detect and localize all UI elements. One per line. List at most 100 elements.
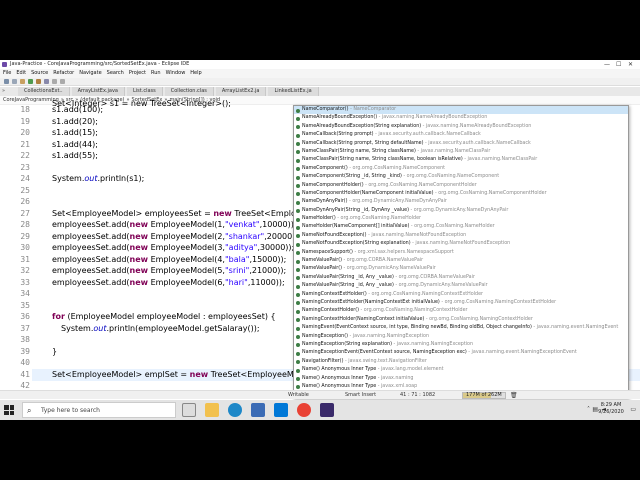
minimize-icon[interactable]: — xyxy=(604,60,610,69)
content-assist-item[interactable]: NavigationFilter() - javax.swing.text.Na… xyxy=(294,358,628,366)
tab-collection-class[interactable]: Collection.clas xyxy=(164,87,214,96)
search-icon[interactable] xyxy=(44,79,49,84)
menu-help[interactable]: Help xyxy=(190,69,201,78)
content-assist-item[interactable]: NamingContextExtHolder(NamingContextExt … xyxy=(294,299,628,307)
tab-overflow-icon[interactable]: » xyxy=(2,87,5,96)
new-icon[interactable] xyxy=(4,79,9,84)
content-assist-item-name: NamingException() xyxy=(302,333,348,339)
content-assist-item[interactable]: NameHolder() - org.omg.CosNaming.NameHol… xyxy=(294,215,628,223)
constructor-icon xyxy=(296,351,300,356)
store-icon[interactable] xyxy=(251,403,265,417)
menu-run[interactable]: Run xyxy=(151,69,161,78)
chevron-up-icon[interactable]: ˄ xyxy=(587,406,590,413)
content-assist-item[interactable]: NameNotFoundException(String explanation… xyxy=(294,240,628,248)
content-assist-item[interactable]: NameCallback(String prompt) - javax.secu… xyxy=(294,131,628,139)
tab-arraylistex2[interactable]: ArrayListEx2.ja xyxy=(215,87,267,96)
content-assist-item[interactable]: NamingContextExtHolder() - org.omg.CosNa… xyxy=(294,291,628,299)
content-assist-item[interactable]: NameDynAnyPair() - org.omg.DynamicAny.Na… xyxy=(294,198,628,206)
content-assist-item[interactable]: NameHolder(NameComponent[] initialValue)… xyxy=(294,223,628,231)
content-assist-item[interactable]: NamingEvent(EventContext source, int typ… xyxy=(294,324,628,332)
maximize-icon[interactable]: ☐ xyxy=(616,60,621,69)
content-assist-item[interactable]: NameCallback(String prompt, String defau… xyxy=(294,140,628,148)
tab-collectionsext[interactable]: CollectionsExt.. xyxy=(18,87,70,96)
debug-icon[interactable] xyxy=(20,79,25,84)
menu-edit[interactable]: Edit xyxy=(16,69,26,78)
line-number: 22 xyxy=(20,151,30,160)
file-explorer-icon[interactable] xyxy=(205,403,219,417)
taskbar-search-input[interactable]: ⌕ Type here to search xyxy=(22,402,176,418)
code-token: Set<EmployeeModel> emplSet = xyxy=(52,369,190,379)
line-number: 40 xyxy=(20,358,30,367)
content-assist-item-name: NameAlreadyBoundException(String explana… xyxy=(302,123,422,129)
content-assist-item[interactable]: NameComponent() - org.omg.CosNaming.Name… xyxy=(294,165,628,173)
code-line-21: s1.add(44); xyxy=(52,139,98,149)
tab-arraylistex[interactable]: ArrayListEx.java xyxy=(71,87,125,96)
content-assist-item[interactable]: NameNotFoundException() - javax.naming.N… xyxy=(294,232,628,240)
content-assist-item-name: NameClassPair(String name, String classN… xyxy=(302,157,463,163)
content-assist-item[interactable]: NamingContextHolder(NamingContext initia… xyxy=(294,316,628,324)
content-assist-item-name: NavigationFilter() xyxy=(302,358,344,364)
content-assist-item[interactable]: NameComponentHolder() - org.omg.CosNamin… xyxy=(294,182,628,190)
heap-status[interactable]: 177M of 262M xyxy=(462,392,506,399)
content-assist-item[interactable]: NameValuePair(String _id, Any _value) - … xyxy=(294,282,628,290)
forward-icon[interactable] xyxy=(60,79,65,84)
edge-icon[interactable] xyxy=(228,403,242,417)
menu-refactor[interactable]: Refactor xyxy=(53,69,74,78)
notifications-icon[interactable]: ▭ xyxy=(630,406,636,413)
content-assist-item-package: - javax.naming.NameNotFoundException xyxy=(410,241,511,247)
content-assist-item[interactable]: NameComparator() - NameComparator xyxy=(294,106,628,115)
content-assist-item-name: NameValuePair(String _id, Any _value) xyxy=(302,274,394,280)
tab-list-class[interactable]: List.class xyxy=(126,87,163,96)
content-assist-item[interactable]: NameValuePair(String _id, Any _value) - … xyxy=(294,274,628,282)
content-assist-item[interactable]: Name() Anonymous Inner Type - javax.lang… xyxy=(294,366,628,374)
content-assist-item[interactable]: NamespaceSupport() - org.xml.sax.helpers… xyxy=(294,249,628,257)
content-assist-popup[interactable]: NameComparator() - NameComparator NameAlr… xyxy=(293,105,629,399)
run-icon[interactable] xyxy=(28,79,33,84)
content-assist-item[interactable]: Name() Anonymous Inner Type - javax.nami… xyxy=(294,375,628,383)
open-type-icon[interactable] xyxy=(36,79,41,84)
windows-start-icon[interactable] xyxy=(4,405,14,415)
content-assist-item[interactable]: NameAlreadyBoundException() - javax.nami… xyxy=(294,114,628,122)
content-assist-item[interactable]: NamingException(String explanation) - ja… xyxy=(294,341,628,349)
content-assist-item[interactable]: NameComponentHolder(NameComponent initia… xyxy=(294,190,628,198)
chrome-icon[interactable] xyxy=(297,403,311,417)
gc-trash-icon[interactable]: 🗑 xyxy=(510,391,518,400)
back-icon[interactable] xyxy=(52,79,57,84)
menu-project[interactable]: Project xyxy=(129,69,146,78)
content-assist-item-package: - org.omg.DynamicAny.NameValuePair xyxy=(393,283,488,289)
constructor-icon xyxy=(296,293,300,298)
menu-navigate[interactable]: Navigate xyxy=(79,69,101,78)
content-assist-item-name: NameNotFoundException(String explanation… xyxy=(302,241,411,247)
content-assist-list[interactable]: NameComparator() - NameComparator NameAlr… xyxy=(294,106,628,398)
content-assist-item[interactable]: NameClassPair(String name, String classN… xyxy=(294,148,628,156)
status-insert-mode: Smart Insert xyxy=(345,392,377,398)
breadcrumb-project[interactable]: CoreJavaProgramming xyxy=(3,96,59,104)
content-assist-item[interactable]: NameValuePair() - org.omg.CORBA.NameValu… xyxy=(294,257,628,265)
content-assist-item[interactable]: NameComponent(String _id, String _kind) … xyxy=(294,173,628,181)
content-assist-item[interactable]: NameClassPair(String name, String classN… xyxy=(294,156,628,164)
constructor-icon xyxy=(296,217,300,222)
code-token-keyword: new xyxy=(213,208,232,218)
menu-search[interactable]: Search xyxy=(107,69,124,78)
line-number: 19 xyxy=(20,116,30,126)
close-icon[interactable]: ✕ xyxy=(628,60,633,69)
content-assist-item[interactable]: NamingContextHolder() - org.omg.CosNamin… xyxy=(294,307,628,315)
menu-window[interactable]: Window xyxy=(166,69,186,78)
code-editor[interactable]: 18 19 20 21 22 23 24 25 26 27 28 29 30 3… xyxy=(0,99,640,399)
content-assist-item-package: - org.omg.CosNaming.NamingContextHolder xyxy=(424,316,533,322)
content-assist-item[interactable]: NamingException() - javax.naming.NamingE… xyxy=(294,333,628,341)
content-assist-item[interactable]: NameAlreadyBoundException(String explana… xyxy=(294,123,628,131)
system-clock[interactable]: 8:29 AM 9/26/2020 xyxy=(596,402,626,416)
eclipse-taskbar-icon[interactable] xyxy=(320,403,334,417)
content-assist-item[interactable]: NameDynAnyPair(String _id, DynAny _value… xyxy=(294,207,628,215)
menu-file[interactable]: File xyxy=(3,69,11,78)
task-view-icon[interactable] xyxy=(182,403,196,417)
tab-linkedlistex[interactable]: LinkedListEx.ja xyxy=(268,87,319,96)
content-assist-item[interactable]: NameValuePair() - org.omg.DynamicAny.Nam… xyxy=(294,265,628,273)
line-number: 39 xyxy=(20,346,30,356)
constructor-icon xyxy=(296,377,300,381)
content-assist-item[interactable]: NamingExceptionEvent(EventContext source… xyxy=(294,349,628,357)
menu-source[interactable]: Source xyxy=(31,69,48,78)
save-icon[interactable] xyxy=(12,79,17,84)
mail-icon[interactable] xyxy=(274,403,288,417)
